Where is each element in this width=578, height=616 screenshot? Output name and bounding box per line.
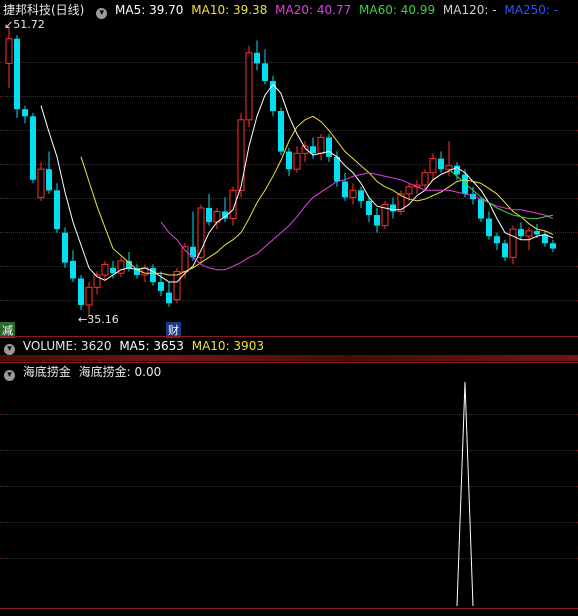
indicator-chart[interactable] <box>0 0 578 616</box>
bottom-axis <box>0 608 578 609</box>
indicator-signal-spike <box>456 381 474 607</box>
